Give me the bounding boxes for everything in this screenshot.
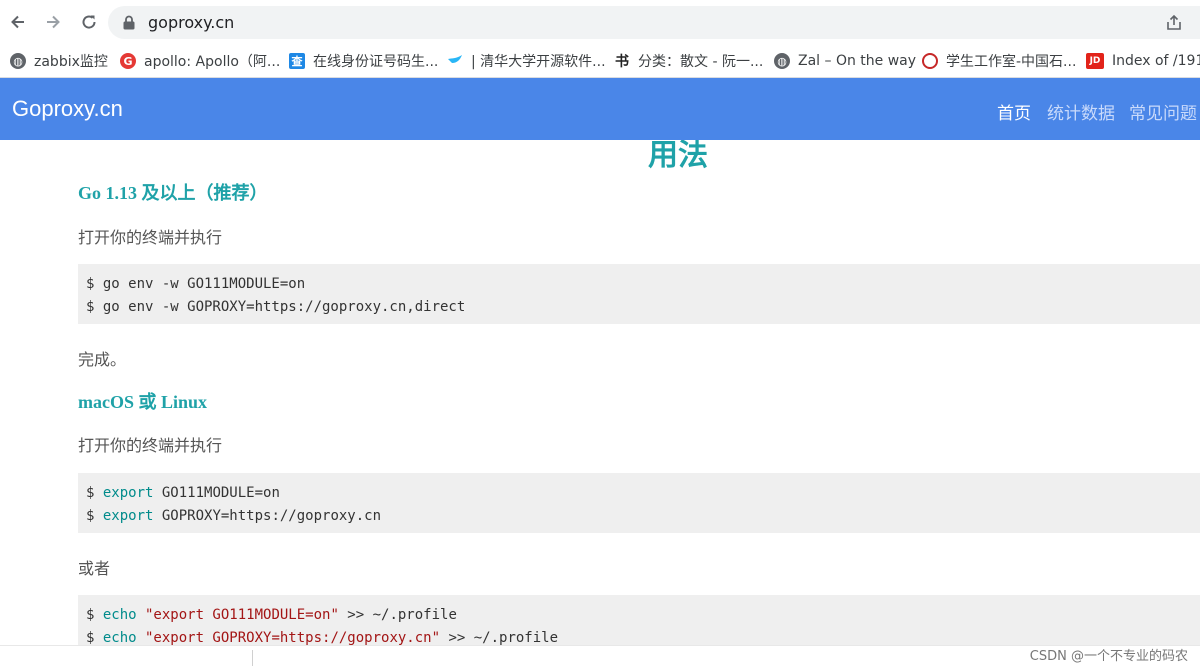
or-text: 或者 bbox=[78, 559, 111, 578]
back-button[interactable] bbox=[6, 10, 30, 34]
code-string: "export GO111MODULE=on" bbox=[136, 607, 339, 623]
bottom-bar bbox=[0, 645, 1200, 667]
globe-icon: ◍ bbox=[10, 53, 26, 69]
code-line: $ export GO111MODULE=on bbox=[86, 482, 1192, 505]
nav-home[interactable]: 首页 bbox=[997, 99, 1031, 124]
section-heading-go113: Go 1.13 及以上（推荐） bbox=[78, 183, 268, 203]
globe-icon: ◍ bbox=[774, 53, 790, 69]
code-line: $ export GOPROXY=https://goproxy.cn bbox=[86, 505, 1192, 528]
bookmark-student-studio[interactable]: 学生工作室-中国石... bbox=[922, 50, 1076, 72]
forward-icon bbox=[47, 15, 60, 29]
csdn-watermark: CSDN @一个不专业的码农 bbox=[1029, 649, 1188, 664]
header-overlay: Goproxy.cn 首页 统计数据 常见问题 bbox=[0, 78, 1200, 140]
bookmark-ruanyifeng[interactable]: 书 分类：散文 - 阮一... bbox=[614, 50, 763, 72]
code-line: $ go env -w GO111MODULE=on bbox=[86, 276, 306, 292]
code-keyword: echo bbox=[102, 607, 137, 623]
section-intro: 打开你的终端并执行 bbox=[78, 436, 223, 455]
cha-icon: 查 bbox=[289, 53, 305, 69]
bird-icon bbox=[447, 53, 463, 69]
code-keyword: export bbox=[102, 485, 154, 501]
bookmark-label: apollo: Apollo（阿... bbox=[144, 54, 281, 70]
bookmark-idcard[interactable]: 查 在线身份证号码生... bbox=[289, 50, 438, 72]
site-brand[interactable]: Goproxy.cn bbox=[12, 96, 123, 122]
divider bbox=[252, 650, 253, 666]
code-line: $ go env -w GOPROXY=https://goproxy.cn,d… bbox=[86, 299, 466, 315]
done-text: 完成。 bbox=[78, 350, 127, 369]
bookmark-label: 学生工作室-中国石... bbox=[946, 54, 1077, 70]
url-text: goproxy.cn bbox=[148, 13, 235, 32]
jd-icon: JD bbox=[1086, 53, 1104, 69]
nav-stats[interactable]: 统计数据 bbox=[1047, 99, 1115, 124]
bookmark-label: zabbix监控 bbox=[34, 54, 108, 70]
emblem-icon bbox=[922, 53, 938, 69]
calligraphy-icon: 书 bbox=[615, 54, 629, 70]
code-text: GOPROXY=https://goproxy.cn bbox=[153, 508, 382, 524]
bookmark-index[interactable]: JD Index of /1911 bbox=[1086, 50, 1200, 72]
nav-faq[interactable]: 常见问题 bbox=[1129, 99, 1197, 124]
bookmarks-bar: ◍ zabbix监控 G apollo: Apollo（阿... 查 在线身份证… bbox=[0, 44, 1200, 78]
bookmark-label: 分类：散文 - 阮一... bbox=[638, 54, 764, 70]
g-logo-icon: G bbox=[120, 53, 136, 69]
code-prompt: $ bbox=[86, 508, 103, 524]
bookmark-zal[interactable]: ◍ Zal – On the way bbox=[774, 50, 916, 72]
bookmark-label: Index of /1911 bbox=[1112, 53, 1200, 69]
back-icon bbox=[11, 15, 24, 29]
bookmark-label: Zal – On the way bbox=[798, 53, 917, 69]
code-keyword: echo bbox=[102, 630, 137, 646]
code-prompt: $ bbox=[86, 607, 103, 623]
code-block-go-env[interactable]: $ go env -w GO111MODULE=on $ go env -w G… bbox=[78, 264, 1200, 324]
bookmark-zabbix[interactable]: ◍ zabbix监控 bbox=[10, 50, 108, 72]
lock-icon bbox=[123, 15, 135, 30]
bookmark-apollo[interactable]: G apollo: Apollo（阿... bbox=[120, 50, 280, 72]
section-intro: 打开你的终端并执行 bbox=[78, 228, 223, 247]
code-text: GO111MODULE=on bbox=[153, 485, 280, 501]
bookmark-tsinghua[interactable]: | 清华大学开源软件... bbox=[447, 50, 606, 72]
reload-icon bbox=[82, 15, 96, 29]
bookmark-label: 在线身份证号码生... bbox=[313, 54, 439, 70]
code-text: >> ~/.profile bbox=[440, 630, 559, 646]
code-keyword: export bbox=[102, 508, 154, 524]
reload-button[interactable] bbox=[77, 10, 101, 34]
share-icon[interactable] bbox=[1164, 13, 1184, 33]
code-prompt: $ bbox=[86, 630, 103, 646]
code-string: "export GOPROXY=https://goproxy.cn" bbox=[136, 630, 441, 646]
address-bar[interactable]: goproxy.cn bbox=[108, 6, 1200, 39]
bookmark-label: | 清华大学开源软件... bbox=[471, 54, 606, 70]
forward-button[interactable] bbox=[41, 10, 65, 34]
browser-toolbar: goproxy.cn bbox=[0, 0, 1200, 44]
code-block-export[interactable]: $ export GO111MODULE=on $ export GOPROXY… bbox=[78, 473, 1200, 533]
code-line: $ echo "export GO111MODULE=on" >> ~/.pro… bbox=[86, 604, 1192, 627]
section-heading-macos-linux: macOS 或 Linux bbox=[78, 392, 208, 412]
code-text: >> ~/.profile bbox=[338, 607, 457, 623]
code-prompt: $ bbox=[86, 485, 103, 501]
